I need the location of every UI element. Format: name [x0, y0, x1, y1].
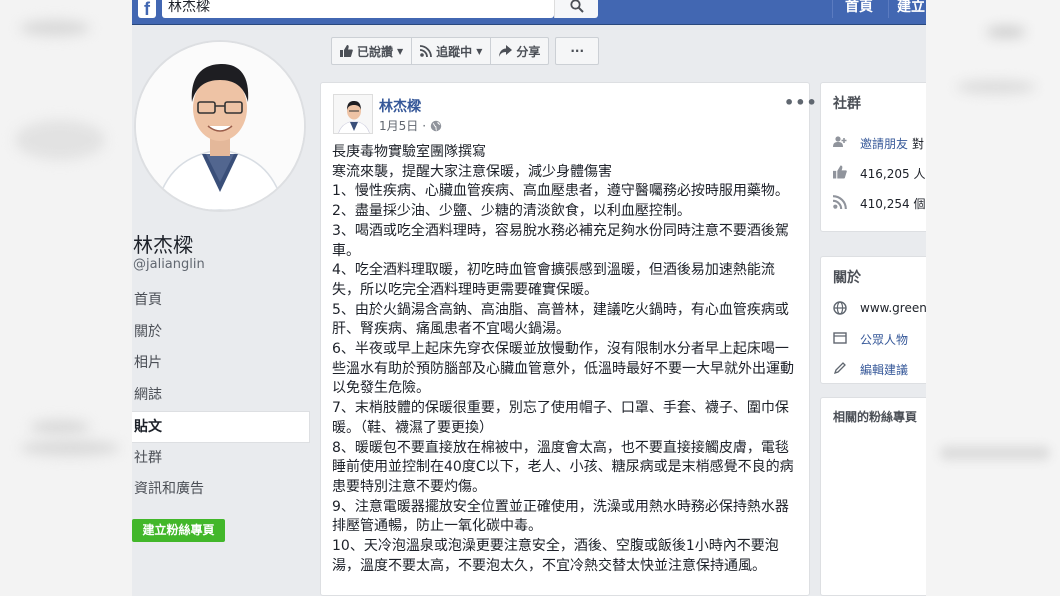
category-icon [833, 332, 847, 344]
avatar-portrait-icon [334, 95, 372, 133]
post-line: 6、半夜或早上起床先穿衣保暖並放慢動作，沒有限制水分者早上起床喝一些溫水有助於預… [332, 341, 794, 397]
post-line: 9、注意電暖器擺放安全位置並正確使用，洗澡或用熱水時務必保持熱水器排壓管通暢，防… [332, 498, 789, 535]
create-page-button[interactable]: 建立粉絲專頁 [132, 519, 225, 542]
likes-count-row: 416,205 人 [821, 157, 926, 187]
website-row[interactable]: www.greenc [821, 293, 926, 323]
related-pages-title: 相關的粉絲專頁 [833, 410, 918, 424]
caret-down-icon: ▼ [397, 46, 404, 56]
post-line: 8、暖暖包不要直接放在棉被中，溫度會太高，也不要直接接觸皮膚，電毯睡前使用並控制… [332, 439, 794, 495]
post-line: 4、吃全酒料理取暖，初吃時血管會擴張感到溫暖，但酒後易加速熱能流失，所以吃完全酒… [332, 262, 775, 298]
dot-separator: · [422, 118, 427, 133]
top-navigation-bar: f 林杰樑 首頁 建立 [132, 0, 926, 25]
nav-item-home[interactable]: 首頁 [132, 285, 310, 317]
pencil-icon [833, 362, 846, 375]
post-date[interactable]: 1月5日 [379, 117, 418, 134]
globe-icon[interactable] [430, 120, 442, 132]
nav-item-info-and-ads[interactable]: 資訊和廣告 [132, 474, 310, 506]
more-actions-button[interactable]: ··· [555, 37, 600, 65]
nav-item-posts[interactable]: 貼文 [132, 411, 310, 443]
rss-icon [420, 45, 433, 57]
blurred-right-margin [926, 0, 1060, 596]
post-author-avatar[interactable] [333, 94, 373, 134]
following-label: 追蹤中 [436, 44, 473, 59]
facebook-logo-icon[interactable]: f [138, 0, 156, 19]
page-action-bar: 已說讚 ▼ 追蹤中 ▼ 分享 ··· [331, 37, 600, 65]
page-handle[interactable]: @jalianglin [133, 257, 205, 272]
search-button[interactable] [554, 0, 598, 18]
invite-friends-row[interactable]: 邀請朋友對 [821, 127, 926, 157]
rss-icon [833, 195, 847, 209]
post-body: 長庚毒物實驗室團隊撰寫 寒流來襲，提醒大家注意保暖，減少身體傷害 1、慢性疾病、… [332, 143, 802, 576]
following-button[interactable]: 追蹤中 ▼ [412, 37, 492, 65]
nav-item-photos[interactable]: 相片 [132, 348, 310, 380]
community-card: 社群 邀請朋友對 416,205 人 410,254 個人 [820, 82, 926, 232]
about-card: 關於 www.greenc 公眾人物 編輯建議 [820, 256, 926, 384]
suggest-edit-link[interactable]: 編輯建議 [860, 361, 908, 378]
caret-down-icon: ▼ [476, 46, 483, 56]
page-navigation: 首頁 關於 相片 網誌 貼文 社群 資訊和廣告 [132, 285, 310, 506]
post-line: 10、天冷泡溫泉或泡澡更要注意安全，酒後、空腹或飯後1小時內不要泡湯，溫度不要太… [332, 538, 779, 574]
likes-count: 416,205 人 [860, 167, 926, 181]
category-row[interactable]: 公眾人物 [821, 323, 926, 353]
post-line: 1、慢性疾病、心臟血管疾病、高血壓患者，遵守醫囑務必按時服用藥物。 [332, 183, 789, 200]
search-value: 林杰樑 [168, 0, 210, 15]
post-author-name[interactable]: 林杰樑 [379, 96, 421, 116]
about-title: 關於 [833, 270, 861, 286]
category-link[interactable]: 公眾人物 [860, 331, 908, 348]
page-name[interactable]: 林杰樑 [133, 229, 193, 258]
thumbs-up-icon [833, 165, 847, 179]
globe-icon [833, 301, 847, 315]
post-card: 林杰樑 1月5日 · ••• 長庚毒物實驗室團隊撰寫 寒流來襲，提醒大家注意保暖… [320, 82, 817, 596]
blurred-band [940, 446, 1050, 460]
thumbs-up-icon [340, 45, 353, 57]
create-link[interactable]: 建立 [897, 0, 925, 16]
community-title: 社群 [833, 96, 861, 112]
home-link[interactable]: 首頁 [845, 0, 873, 16]
suggest-edit-row[interactable]: 編輯建議 [821, 353, 926, 383]
search-icon [569, 0, 584, 13]
share-arrow-icon [499, 45, 513, 57]
post-line: 寒流來襲，提醒大家注意保暖，減少身體傷害 [332, 163, 612, 180]
nav-item-about[interactable]: 關於 [132, 317, 310, 349]
profile-picture[interactable] [134, 40, 306, 212]
post-line: 3、喝酒或吃全酒料理時，容易脫水務必補充足夠水份同時注意不要酒後駕車。 [332, 222, 789, 259]
share-button[interactable]: 分享 [491, 37, 550, 65]
nav-item-community[interactable]: 社群 [132, 443, 310, 475]
post-line: 長庚毒物實驗室團隊撰寫 [332, 144, 486, 160]
liked-button[interactable]: 已說讚 ▼ [331, 37, 413, 65]
search-input[interactable]: 林杰樑 [162, 0, 554, 18]
website-link[interactable]: www.greenc [860, 301, 926, 315]
related-pages-card: 相關的粉絲專頁 [820, 397, 926, 596]
invite-friends-icon [833, 136, 847, 147]
invite-friends-link[interactable]: 邀請朋友對 [860, 135, 924, 152]
profile-portrait-icon [136, 42, 304, 210]
follows-count: 410,254 個人 [860, 197, 926, 211]
post-line: 5、由於火鍋湯含高鈉、高油脂、高普林，建議吃火鍋時，有心血管疾病或肝、腎疾病、痛… [332, 301, 789, 338]
post-line: 2、盡量採少油、少鹽、少糖的清淡飲食，以利血壓控制。 [332, 203, 691, 220]
blurred-left-margin [0, 0, 132, 596]
follows-count-row: 410,254 個人 [821, 187, 926, 217]
post-line: 7、末梢肢體的保暖很重要，別忘了使用帽子、口罩、手套、襪子、圍巾保暖。（鞋、襪濕… [332, 400, 789, 436]
post-meta: 1月5日 · [379, 117, 442, 134]
share-label: 分享 [516, 44, 541, 59]
nav-item-notes[interactable]: 網誌 [132, 380, 310, 412]
liked-label: 已說讚 [357, 44, 394, 59]
more-dots-icon: ··· [570, 44, 585, 58]
post-options-button[interactable]: ••• [784, 93, 818, 112]
